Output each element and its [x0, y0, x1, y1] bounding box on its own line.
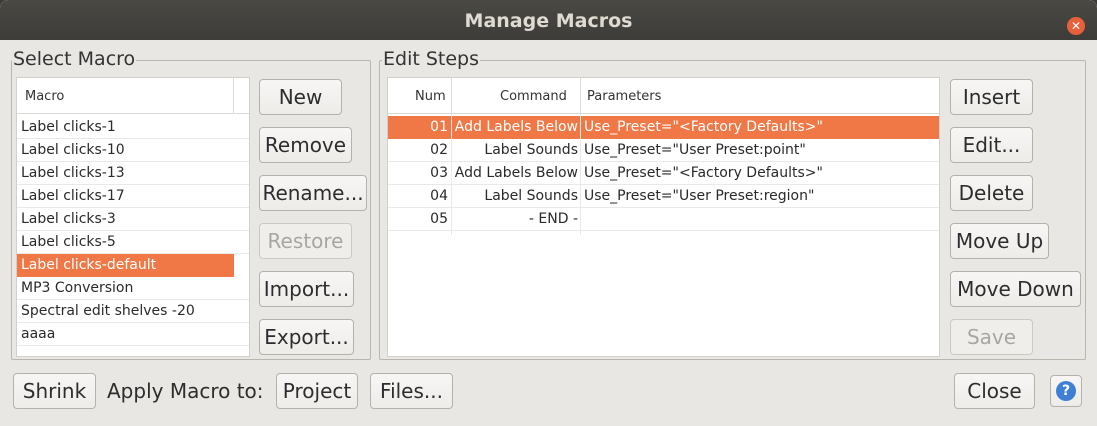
save-button[interactable]: Save — [950, 319, 1033, 355]
step-parameters: Use_Preset="<Factory Defaults>" — [584, 119, 823, 135]
close-button[interactable]: Close — [954, 373, 1035, 409]
step-parameters: Use_Preset="User Preset:region" — [584, 188, 815, 204]
step-command: Label Sounds — [484, 142, 578, 158]
step-command: Label Sounds — [484, 188, 578, 204]
macro-list-item[interactable]: Label clicks-10 — [17, 139, 249, 162]
new-button[interactable]: New — [259, 79, 342, 115]
step-parameters: Use_Preset="<Factory Defaults>" — [584, 165, 823, 181]
step-num: 02 — [430, 142, 448, 158]
step-num: 03 — [430, 165, 448, 181]
window-title: Manage Macros — [464, 10, 633, 32]
help-button[interactable]: ? — [1050, 375, 1082, 407]
step-row[interactable]: 02 Label Sounds Use_Preset="User Preset:… — [388, 139, 939, 162]
apply-macro-label: Apply Macro to: — [107, 379, 264, 403]
step-num: 05 — [430, 211, 448, 227]
macro-list-item[interactable]: Label clicks-1 — [17, 116, 249, 139]
macro-list-item[interactable]: Label clicks-5 — [17, 231, 249, 254]
step-command: - END - — [528, 211, 578, 227]
import-button[interactable]: Import... — [259, 271, 354, 307]
step-row[interactable]: 03 Add Labels Below Use_Preset="<Factory… — [388, 162, 939, 185]
title-bar[interactable]: Manage Macros ✕ — [0, 0, 1097, 40]
header-divider — [451, 78, 452, 114]
step-num: 04 — [430, 188, 448, 204]
step-row-selected[interactable]: 01 Add Labels Below Use_Preset="<Factory… — [388, 116, 939, 139]
command-column-header: Command — [500, 89, 567, 104]
steps-table[interactable]: Num Command Parameters 01 Add Labels Bel… — [387, 77, 940, 357]
num-column-header: Num — [415, 89, 446, 104]
manage-macros-dialog: Manage Macros ✕ Select Macro Macro Label… — [0, 0, 1097, 426]
steps-table-header[interactable]: Num Command Parameters — [388, 78, 939, 114]
apply-to-files-button[interactable]: Files... — [370, 373, 453, 409]
delete-button[interactable]: Delete — [950, 175, 1033, 211]
rename-button[interactable]: Rename... — [259, 175, 367, 211]
edit-steps-label: Edit Steps — [382, 48, 480, 70]
macro-list-item[interactable]: Label clicks-13 — [17, 162, 249, 185]
move-down-button[interactable]: Move Down — [950, 271, 1081, 307]
help-icon: ? — [1056, 381, 1076, 401]
export-button[interactable]: Export... — [259, 319, 354, 355]
macro-list-item[interactable]: MP3 Conversion — [17, 277, 249, 300]
macro-list-item[interactable]: Spectral edit shelves -20 — [17, 300, 249, 323]
select-macro-label: Select Macro — [12, 48, 137, 70]
insert-button[interactable]: Insert — [950, 79, 1033, 115]
step-num: 01 — [430, 119, 448, 135]
header-divider — [580, 78, 581, 114]
apply-to-project-button[interactable]: Project — [276, 373, 358, 409]
macro-list-header[interactable]: Macro — [17, 78, 249, 114]
macro-list[interactable]: Macro Label clicks-1 Label clicks-10 Lab… — [16, 77, 250, 357]
step-parameters: Use_Preset="User Preset:point" — [584, 142, 806, 158]
close-window-icon[interactable]: ✕ — [1067, 17, 1085, 35]
header-divider — [233, 78, 234, 114]
step-row[interactable]: 05 - END - — [388, 208, 939, 231]
move-up-button[interactable]: Move Up — [950, 223, 1049, 259]
macro-list-item[interactable]: Label clicks-17 — [17, 185, 249, 208]
step-command: Add Labels Below — [454, 165, 578, 181]
parameters-column-header: Parameters — [587, 89, 662, 104]
macro-list-item-selected[interactable]: Label clicks-default — [17, 254, 234, 277]
column-divider — [451, 114, 452, 235]
macro-list-item[interactable]: Label clicks-3 — [17, 208, 249, 231]
column-divider — [580, 114, 581, 235]
restore-button[interactable]: Restore — [259, 223, 352, 259]
shrink-button[interactable]: Shrink — [13, 373, 96, 409]
macro-list-item[interactable]: aaaa — [17, 323, 249, 346]
edit-button[interactable]: Edit... — [950, 127, 1033, 163]
step-command: Add Labels Below — [454, 119, 578, 135]
remove-button[interactable]: Remove — [259, 127, 352, 163]
step-row[interactable]: 04 Label Sounds Use_Preset="User Preset:… — [388, 185, 939, 208]
macro-column-header: Macro — [25, 89, 65, 104]
